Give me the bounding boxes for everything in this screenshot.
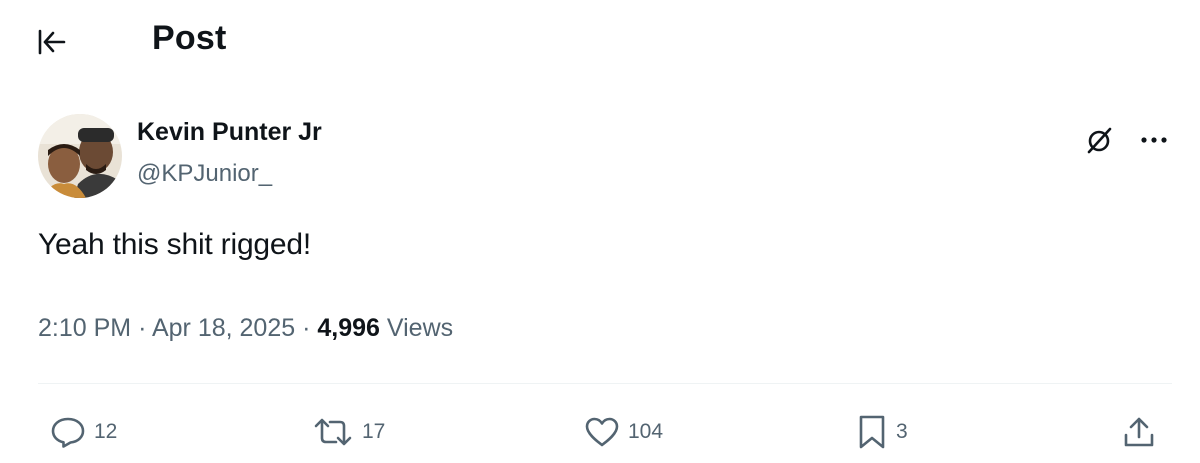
divider [38,383,1172,384]
header: Post [0,0,1200,86]
tweet-date[interactable]: Apr 18, 2025 [152,314,295,342]
views-label: Views [386,314,454,342]
share-icon [1122,415,1156,449]
meta-separator: · [138,314,147,342]
grok-icon [1087,127,1112,154]
author-display-name[interactable]: Kevin Punter Jr [137,118,322,147]
like-button[interactable]: 104 [584,410,663,454]
repost-count: 17 [362,420,386,443]
bookmark-button[interactable]: 3 [856,410,908,454]
page-title: Post [152,19,227,57]
arrow-left-icon [38,29,66,55]
repost-button[interactable]: 17 [312,410,385,454]
more-options-button[interactable] [1134,120,1174,160]
meta-separator: · [302,314,311,342]
reply-icon [50,416,86,448]
more-horizontal-icon [1141,137,1167,143]
reply-button[interactable]: 12 [50,410,117,454]
tweet-time[interactable]: 2:10 PM [38,314,131,342]
back-button[interactable] [30,22,74,62]
tweet-text: Yeah this shit rigged! [38,228,312,261]
grok-button[interactable] [1080,120,1120,160]
bookmark-count: 3 [896,420,908,443]
tweet-meta: 2:10 PM · Apr 18, 2025 · 4,996 Views [38,314,453,343]
repost-icon [312,416,354,448]
author-handle[interactable]: @KPJunior_ [137,160,272,188]
views-count: 4,996 [317,314,380,342]
reply-count: 12 [94,420,118,443]
share-button[interactable] [1122,410,1156,454]
avatar-photo [38,114,122,198]
avatar[interactable] [38,114,122,198]
heart-icon [584,416,620,448]
like-count: 104 [628,420,664,443]
bookmark-icon [856,414,888,450]
